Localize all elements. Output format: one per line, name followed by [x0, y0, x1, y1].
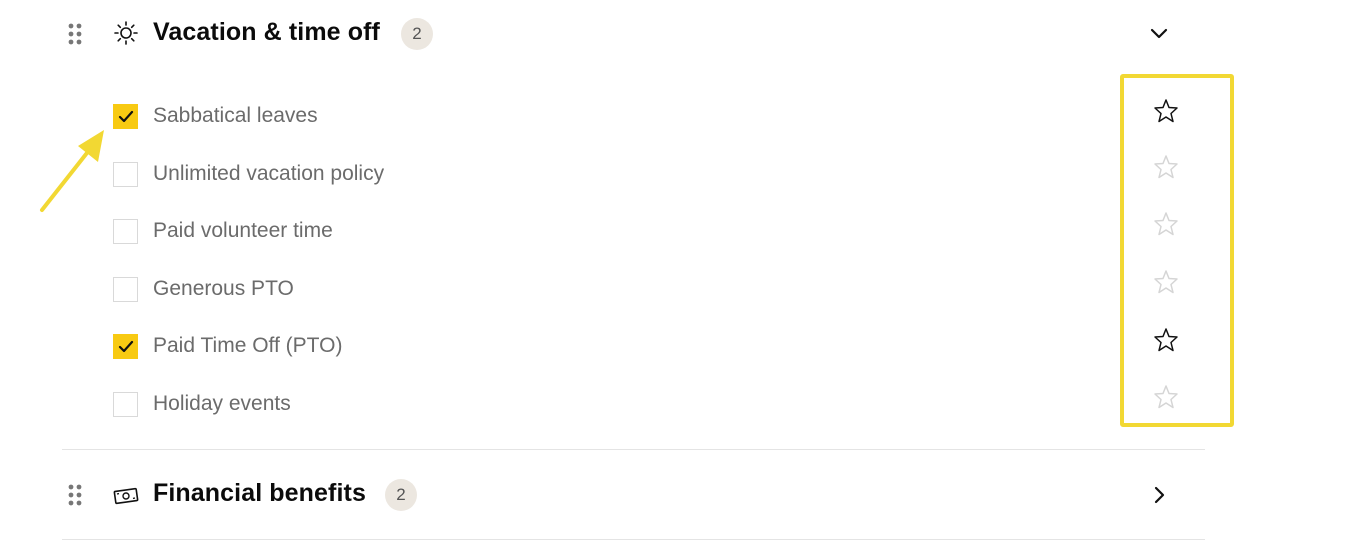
option-row-unlimited-vacation-policy[interactable]: Unlimited vacation policy	[113, 155, 1203, 190]
option-label: Holiday events	[153, 392, 291, 415]
option-label: Sabbatical leaves	[153, 104, 318, 127]
option-label: Paid volunteer time	[153, 219, 333, 242]
money-icon	[113, 487, 139, 505]
annotation-arrow-icon	[40, 130, 104, 212]
section-divider	[62, 449, 1205, 450]
option-row-holiday-events[interactable]: Holiday events	[113, 385, 1203, 420]
count-badge: 2	[385, 479, 417, 511]
option-label: Unlimited vacation policy	[153, 162, 385, 185]
section-header-financial[interactable]: Financial benefits 2	[62, 475, 1205, 515]
section-divider	[62, 539, 1205, 540]
annotation-highlight-box	[1120, 74, 1234, 427]
chevron-down-icon[interactable]	[1147, 22, 1171, 46]
checkbox-unchecked[interactable]	[113, 392, 138, 417]
checkbox-checked[interactable]	[113, 334, 138, 359]
option-label: Paid Time Off (PTO)	[153, 334, 343, 357]
benefits-page: Vacation & time off 2 Sabbatical leaves …	[0, 0, 1350, 548]
checkmark-icon	[118, 340, 134, 353]
chevron-right-icon[interactable]	[1147, 483, 1171, 507]
section-header-vacation[interactable]: Vacation & time off 2	[62, 14, 1205, 54]
checkbox-unchecked[interactable]	[113, 277, 138, 302]
section-title: Financial benefits	[153, 479, 366, 507]
drag-handle-icon[interactable]	[67, 483, 83, 507]
sun-icon	[114, 21, 138, 45]
option-row-sabbatical-leaves[interactable]: Sabbatical leaves	[113, 99, 1203, 132]
checkbox-unchecked[interactable]	[113, 162, 138, 187]
section-title: Vacation & time off	[153, 18, 380, 46]
checkmark-icon	[118, 110, 134, 123]
option-row-paid-time-off[interactable]: Paid Time Off (PTO)	[113, 328, 1203, 362]
option-row-generous-pto[interactable]: Generous PTO	[113, 270, 1203, 305]
drag-handle-icon[interactable]	[67, 22, 83, 46]
count-badge: 2	[401, 18, 433, 50]
checkbox-unchecked[interactable]	[113, 219, 138, 244]
checkbox-checked[interactable]	[113, 104, 138, 129]
option-label: Generous PTO	[153, 277, 294, 300]
option-row-paid-volunteer-time[interactable]: Paid volunteer time	[113, 212, 1203, 247]
